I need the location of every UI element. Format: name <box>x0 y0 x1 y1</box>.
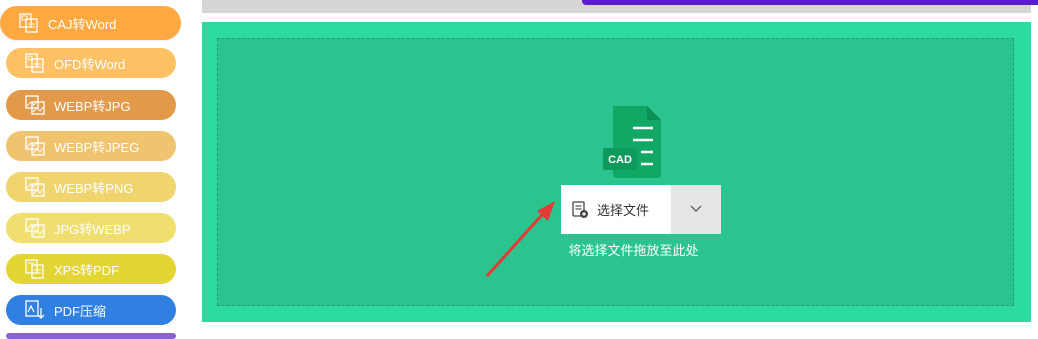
sidebar-item-xps-to-pdf[interactable]: XPS转PDF <box>6 254 176 284</box>
chevron-down-icon <box>689 201 703 219</box>
image-convert-icon <box>24 135 46 157</box>
sidebar-item-webp-to-jpeg[interactable]: WEBP转JPEG <box>6 131 176 161</box>
file-add-icon <box>571 200 589 219</box>
sidebar-item-pdf-compress[interactable]: PDF压缩 <box>6 295 176 325</box>
sidebar-item-label: WEBP转PNG <box>54 180 134 196</box>
image-convert-icon <box>24 176 46 198</box>
select-file-dropdown[interactable] <box>671 185 721 234</box>
sidebar-item-label: OFD转Word <box>54 56 126 72</box>
top-strip <box>202 0 1038 13</box>
sidebar-item-label: PDF压缩 <box>54 303 107 319</box>
sidebar-item-partial[interactable] <box>6 333 176 339</box>
image-convert-icon <box>24 94 46 116</box>
sidebar: CAJ转Word OFD转Word WEBP转JPG WEBP转JPEG WEB… <box>0 0 190 339</box>
document-convert-icon <box>24 258 46 280</box>
sidebar-item-label: WEBP转JPEG <box>54 139 140 155</box>
sidebar-item-label: XPS转PDF <box>54 262 120 278</box>
document-convert-icon <box>18 12 40 34</box>
select-file-group: 选择文件 <box>561 185 721 234</box>
upload-panel: CAD 选择文件 将选择文件拖放至此处 <box>202 22 1031 322</box>
compress-icon <box>24 299 46 321</box>
top-progress-bar <box>582 0 1038 5</box>
sidebar-item-ofd-to-word[interactable]: OFD转Word <box>6 48 176 78</box>
select-file-button[interactable]: 选择文件 <box>561 185 671 234</box>
cad-file-icon: CAD <box>603 104 665 180</box>
sidebar-item-caj-to-word[interactable]: CAJ转Word <box>0 6 181 40</box>
drop-zone[interactable]: CAD 选择文件 将选择文件拖放至此处 <box>217 38 1014 306</box>
sidebar-item-label: WEBP转JPG <box>54 98 131 114</box>
sidebar-item-label: CAJ转Word <box>48 16 117 32</box>
select-file-label: 选择文件 <box>597 203 650 218</box>
image-convert-icon <box>24 217 46 239</box>
cad-badge-text: CAD <box>608 154 632 166</box>
sidebar-item-jpg-to-webp[interactable]: JPG转WEBP <box>6 213 176 243</box>
sidebar-item-webp-to-png[interactable]: WEBP转PNG <box>6 172 176 202</box>
document-convert-icon <box>24 52 46 74</box>
sidebar-item-label: JPG转WEBP <box>54 221 131 237</box>
drop-hint-text: 将选择文件拖放至此处 <box>568 243 699 258</box>
sidebar-item-webp-to-jpg[interactable]: WEBP转JPG <box>6 90 176 120</box>
